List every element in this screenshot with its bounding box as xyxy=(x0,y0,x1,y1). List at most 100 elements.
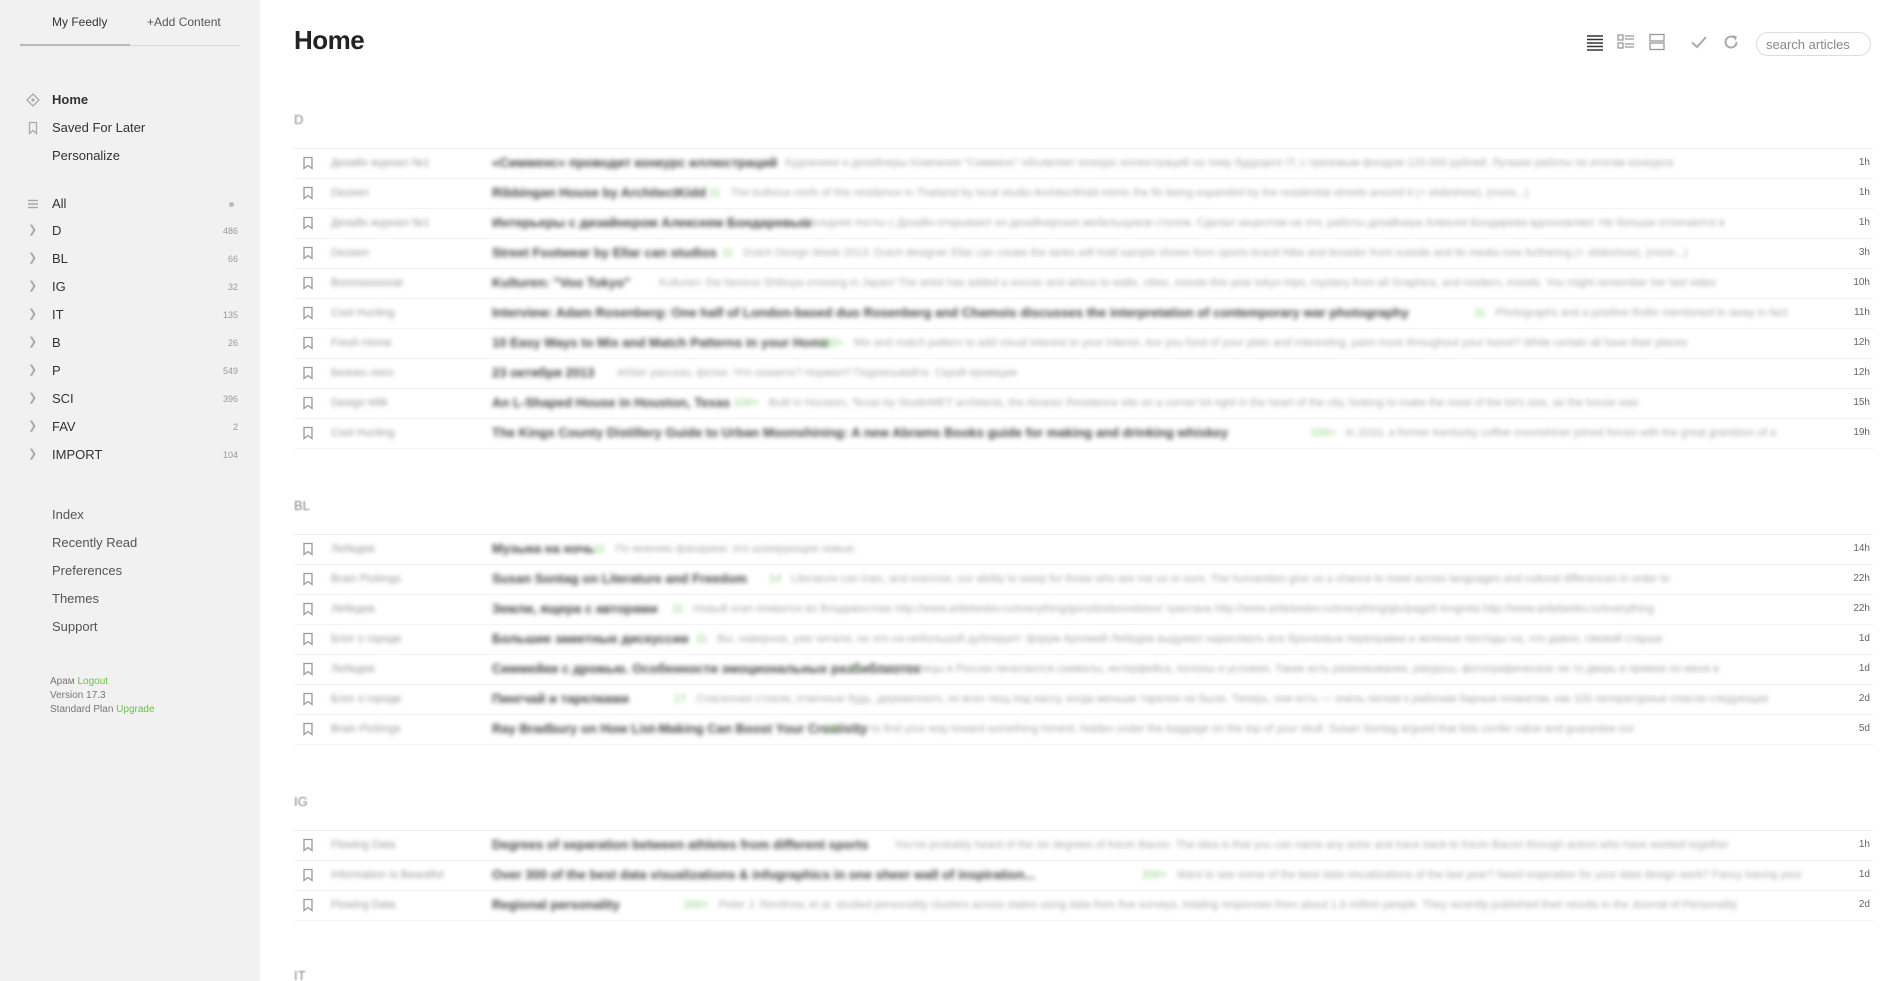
section-title[interactable]: IT xyxy=(294,968,306,981)
nav-personalize[interactable]: Personalize xyxy=(52,148,120,163)
section-title[interactable]: D xyxy=(294,112,303,127)
bookmark-icon[interactable] xyxy=(302,868,314,882)
article-title[interactable]: Over 300 of the best data visualizations… xyxy=(492,867,1035,882)
category-d[interactable]: ❯ D 486 xyxy=(26,221,238,241)
link-index[interactable]: Index xyxy=(52,507,84,522)
bookmark-icon[interactable] xyxy=(302,336,314,350)
article-row[interactable]: Brain Pickings Ray Bradbury on How List-… xyxy=(294,715,1873,745)
bookmark-icon[interactable] xyxy=(302,276,314,290)
article-title[interactable]: An L-Shaped House in Houston, Texas xyxy=(492,395,730,410)
article-title[interactable]: Degrees of separation between athletes f… xyxy=(492,837,868,852)
chevron-right-icon[interactable]: ❯ xyxy=(28,251,37,264)
bookmark-icon[interactable] xyxy=(302,246,314,260)
article-title[interactable]: 23 октября 2013 xyxy=(492,365,594,380)
link-support[interactable]: Support xyxy=(52,619,98,634)
bookmark-icon[interactable] xyxy=(302,898,314,912)
article-row[interactable]: Лебедев Музыка на ночь 11 По мнению фанар… xyxy=(294,535,1873,565)
refresh-icon[interactable] xyxy=(1721,32,1741,52)
bookmark-icon[interactable] xyxy=(302,396,314,410)
article-row[interactable]: Flowing Data Degrees of separation betwe… xyxy=(294,831,1873,861)
article-row[interactable]: Cool Hunting Interview: Adam Rosenberg: … xyxy=(294,299,1873,329)
article-title[interactable]: Музыка на ночь xyxy=(492,541,595,556)
chevron-right-icon[interactable]: ❯ xyxy=(28,335,37,348)
logout-link[interactable]: Logout xyxy=(77,676,108,687)
category-b[interactable]: ❯ B 26 xyxy=(26,333,238,353)
bookmark-icon[interactable] xyxy=(302,306,314,320)
article-row[interactable]: Дизайн журнал №1 «Симменс» проводит конк… xyxy=(294,149,1873,179)
bookmark-icon[interactable] xyxy=(302,156,314,170)
section-title[interactable]: IG xyxy=(294,794,308,809)
mark-read-icon[interactable] xyxy=(1689,32,1709,52)
title-view-icon[interactable] xyxy=(1585,32,1605,52)
article-title[interactable]: Ray Bradbury on How List-Making Can Boos… xyxy=(492,721,867,736)
bookmark-icon[interactable] xyxy=(302,216,314,230)
link-recently-read[interactable]: Recently Read xyxy=(52,535,137,550)
article-title[interactable]: Interview: Adam Rosenberg: One half of L… xyxy=(492,305,1409,320)
bookmark-icon[interactable] xyxy=(302,366,314,380)
bookmark-icon[interactable] xyxy=(302,692,314,706)
bookmark-icon[interactable] xyxy=(302,426,314,440)
tab-my-feedly[interactable]: My Feedly xyxy=(52,15,107,29)
article-row[interactable]: Дизайн журнал №1 Интерьеры с дизайнером … xyxy=(294,209,1873,239)
bookmark-icon[interactable] xyxy=(302,838,314,852)
bookmark-icon[interactable] xyxy=(302,662,314,676)
magazine-view-icon[interactable] xyxy=(1616,32,1636,52)
article-row[interactable]: Information Is Beautiful Over 300 of the… xyxy=(294,861,1873,891)
article-row[interactable]: Boooooooooat Kulturen: "Voo Tokyo" Kultu… xyxy=(294,269,1873,299)
bookmark-icon[interactable] xyxy=(302,542,314,556)
tab-add-content[interactable]: +Add Content xyxy=(147,15,221,29)
category-bl[interactable]: ❯ BL 66 xyxy=(26,249,238,269)
article-row[interactable]: Блог о городе Большие заметные дискуссии… xyxy=(294,625,1873,655)
article-row[interactable]: Бизнес-лого 23 октября 2013 Аббат расска… xyxy=(294,359,1873,389)
chevron-right-icon[interactable]: ❯ xyxy=(28,447,37,460)
category-sci[interactable]: ❯ SCI 396 xyxy=(26,389,238,409)
section-title[interactable]: BL xyxy=(294,498,310,513)
article-row[interactable]: Блог о городе Пингчай и тарелками 17 Спас… xyxy=(294,685,1873,715)
article-title[interactable]: The Kings County Distillery Guide to Urb… xyxy=(492,425,1228,440)
chevron-right-icon[interactable]: ❯ xyxy=(28,223,37,236)
search-input[interactable] xyxy=(1756,32,1871,56)
article-title[interactable]: Большие заметные дискуссии xyxy=(492,631,689,646)
article-title[interactable]: Земли, ящера с авторами xyxy=(492,601,658,616)
article-row[interactable]: Flowing Data Regional personality 200+ Pe… xyxy=(294,891,1873,921)
link-preferences[interactable]: Preferences xyxy=(52,563,122,578)
chevron-right-icon[interactable]: ❯ xyxy=(28,391,37,404)
category-import[interactable]: ❯ IMPORT 104 xyxy=(26,445,238,465)
bookmark-icon[interactable] xyxy=(302,572,314,586)
article-row[interactable]: Design Milk An L-Shaped House in Houston… xyxy=(294,389,1873,419)
article-row[interactable]: Лебедев Симмейки с дрожью. Особенности э… xyxy=(294,655,1873,685)
article-title[interactable]: 10 Easy Ways to Mix and Match Patterns i… xyxy=(492,335,829,350)
article-row[interactable]: Dezeen Street Footwear by Ellar can stud… xyxy=(294,239,1873,269)
chevron-right-icon[interactable]: ❯ xyxy=(28,419,37,432)
article-title[interactable]: Пингчай и тарелками xyxy=(492,691,629,706)
article-row[interactable]: Dezeen Ribbingan House by ArchitectKidd … xyxy=(294,179,1873,209)
article-title[interactable]: Интерьеры с дизайнером Алексеем Бондарев… xyxy=(492,215,812,230)
nav-all[interactable]: All xyxy=(52,196,66,211)
upgrade-link[interactable]: Upgrade xyxy=(116,704,154,715)
cards-view-icon[interactable] xyxy=(1647,32,1667,52)
category-p[interactable]: ❯ P 549 xyxy=(26,361,238,381)
article-title[interactable]: Street Footwear by Ellar can studios xyxy=(492,245,717,260)
article-row[interactable]: Cool Hunting The Kings County Distillery… xyxy=(294,419,1873,449)
bookmark-icon[interactable] xyxy=(302,186,314,200)
category-it[interactable]: ❯ IT 135 xyxy=(26,305,238,325)
bookmark-icon[interactable] xyxy=(302,602,314,616)
link-themes[interactable]: Themes xyxy=(52,591,99,606)
bookmark-icon[interactable] xyxy=(302,632,314,646)
chevron-right-icon[interactable]: ❯ xyxy=(28,279,37,292)
article-title[interactable]: Ribbingan House by ArchitectKidd xyxy=(492,185,706,200)
article-title[interactable]: Susan Sontag on Literature and Freedom xyxy=(492,571,747,586)
chevron-right-icon[interactable]: ❯ xyxy=(28,307,37,320)
bookmark-icon[interactable] xyxy=(302,722,314,736)
category-ig[interactable]: ❯ IG 32 xyxy=(26,277,238,297)
article-title[interactable]: Regional personality xyxy=(492,897,620,912)
article-row[interactable]: Brain Pickings Susan Sontag on Literatur… xyxy=(294,565,1873,595)
article-row[interactable]: Fresh Home 10 Easy Ways to Mix and Match… xyxy=(294,329,1873,359)
category-fav[interactable]: ❯ FAV 2 xyxy=(26,417,238,437)
article-title[interactable]: «Симменс» проводит конкурс иллюстраций xyxy=(492,155,777,170)
nav-saved-for-later[interactable]: Saved For Later xyxy=(52,120,145,135)
nav-home[interactable]: Home xyxy=(52,92,88,107)
article-row[interactable]: Лебедев Земли, ящера с авторами 11 Новый … xyxy=(294,595,1873,625)
chevron-right-icon[interactable]: ❯ xyxy=(28,363,37,376)
article-title[interactable]: Kulturen: "Voo Tokyo" xyxy=(492,275,630,290)
